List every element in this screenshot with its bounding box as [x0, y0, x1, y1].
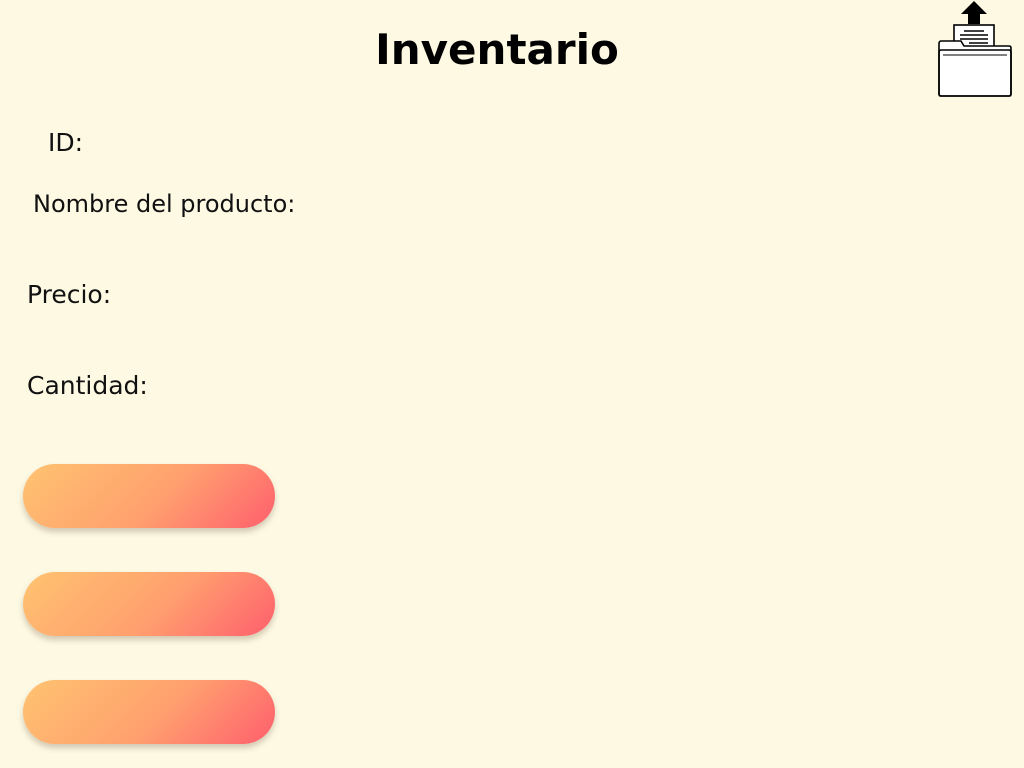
id-label: ID:: [48, 128, 84, 157]
action-button-1[interactable]: [23, 464, 275, 528]
action-button-2[interactable]: [23, 572, 275, 636]
page-title: Inventario: [375, 25, 619, 74]
folder-upload-icon[interactable]: [934, 0, 1014, 98]
quantity-label: Cantidad:: [27, 371, 148, 400]
action-button-3[interactable]: [23, 680, 275, 744]
price-label: Precio:: [27, 280, 112, 309]
product-name-label: Nombre del producto:: [33, 190, 296, 218]
